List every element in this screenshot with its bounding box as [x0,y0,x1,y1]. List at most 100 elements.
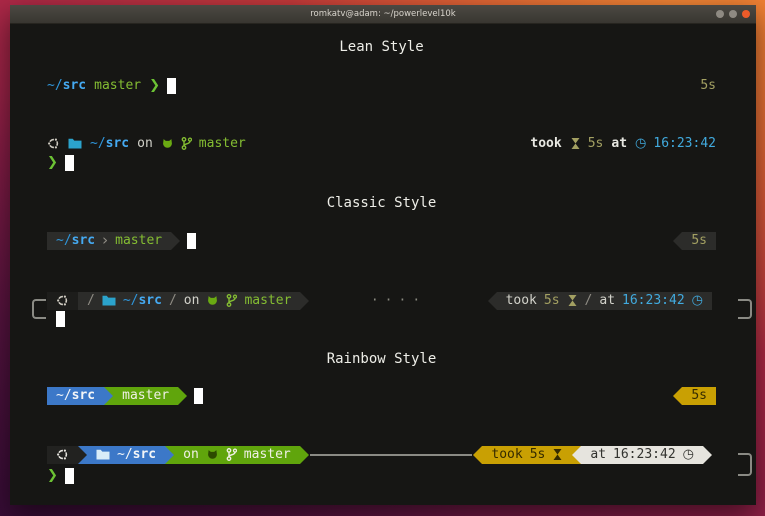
time-label: 16:23:42 [613,445,676,464]
rainbow-prompt-2-line-2: ❯ [10,466,756,485]
terminal-window: romkatv@adam: ~/powerlevel10k Lean Style… [10,5,756,505]
folder-icon [102,295,116,306]
text-cursor [65,468,74,484]
git-branch-name: master [94,76,141,95]
git-branch-name: master [244,445,291,464]
hourglass-icon [567,294,578,307]
dir-name: src [138,293,161,308]
duration-label: 5s [691,386,707,405]
prompt-chevron-icon: ❯ [47,153,58,172]
github-octocat-icon [206,449,219,461]
git-branch-icon [226,294,237,307]
git-branch-name: master [244,291,291,310]
window-controls [716,10,750,18]
at-label: at [611,134,627,153]
text-cursor [167,78,176,94]
clock-icon: ◷ [635,134,646,153]
section-title: Classic Style [327,194,437,213]
ubuntu-logo-icon [47,137,60,150]
ubuntu-logo-icon [56,294,69,307]
slash-separator: / [87,291,95,310]
at-label: at [599,291,615,310]
section-title: Lean Style [339,38,423,57]
duration-label: 5s [691,231,707,250]
classic-prompt-2-line-2 [10,309,756,328]
slash-separator: / [169,291,177,310]
gap-filler-dots: ···· [309,291,487,310]
prompt-frame-right [738,453,752,476]
window-title: romkatv@adam: ~/powerlevel10k [310,9,456,19]
terminal-content[interactable]: Lean Style ~/src master ❯ 5s [10,24,756,505]
powerline-arrow-icon [673,232,682,250]
powerline-arrow-icon [165,446,174,464]
dir-prefix: ~/ [90,136,106,151]
dir-prefix: ~/ [117,447,133,462]
powerline-arrow-icon [673,387,682,405]
desktop-wallpaper: romkatv@adam: ~/powerlevel10k Lean Style… [0,0,765,516]
powerline-arrow-icon [703,446,712,464]
powerline-arrow-icon [78,446,87,464]
rainbow-prompt-1: ~/src master 5s [10,386,756,405]
dir-name: src [72,388,95,403]
dir-prefix: ~/ [56,388,72,403]
dir-name: src [106,136,129,151]
lean-prompt-2-line-1: ~/src on master took 5s at [10,134,756,153]
github-octocat-icon [206,295,219,307]
maximize-button[interactable] [729,10,737,18]
took-label: took [506,291,537,310]
text-cursor [187,233,196,249]
powerline-arrow-icon [171,232,180,250]
section-title-lean: Lean Style [10,38,756,57]
git-branch-icon [226,448,237,461]
dir-name: src [63,76,86,95]
text-cursor [65,155,74,171]
gap-filler-line [310,454,473,456]
minimize-button[interactable] [716,10,724,18]
duration-label: 5s [530,445,546,464]
lean-prompt-2-line-2: ❯ [10,153,756,172]
on-label: on [137,134,153,153]
dir-prefix: ~/ [123,293,139,308]
thin-separator-icon: › [102,231,108,250]
github-octocat-icon [161,138,174,150]
classic-prompt-2-line-1: / ~/src / on master ···· [10,291,756,310]
on-label: on [183,445,199,464]
prompt-chevron-icon: ❯ [149,76,160,95]
folder-icon [68,138,82,149]
powerline-arrow-icon [572,446,581,464]
close-button[interactable] [742,10,750,18]
classic-prompt-1: ~/src › master 5s [10,231,756,250]
powerline-arrow-icon [473,446,482,464]
clock-icon: ◷ [683,445,694,464]
dir-name: src [72,233,95,248]
dir-prefix: ~/ [47,76,63,95]
powerline-arrow-icon [300,292,309,310]
folder-icon [96,449,110,460]
powerline-arrow-icon [178,387,187,405]
prompt-frame-left [32,299,46,319]
took-label: took [530,134,561,153]
git-branch-icon [181,137,192,150]
git-branch-name: master [199,134,246,153]
at-label: at [590,445,606,464]
duration-label: 5s [588,134,604,153]
section-title-rainbow: Rainbow Style [10,350,756,369]
rainbow-prompt-2-line-1: ~/src on master took [10,445,756,464]
section-title: Rainbow Style [327,350,437,369]
dir-name: src [133,447,156,462]
duration-label: 5s [544,291,560,310]
time-label: 16:23:42 [653,134,716,153]
section-title-classic: Classic Style [10,194,756,213]
lean-prompt-1: ~/src master ❯ 5s [10,76,756,95]
powerline-arrow-icon [488,292,497,310]
duration-label: 5s [700,76,716,95]
prompt-chevron-icon: ❯ [47,466,58,485]
window-titlebar[interactable]: romkatv@adam: ~/powerlevel10k [10,5,756,24]
prompt-frame-right [738,299,752,319]
git-branch-name: master [115,231,162,250]
hourglass-icon [570,137,581,150]
took-label: took [491,445,522,464]
clock-icon: ◷ [692,291,703,310]
text-cursor [56,311,65,327]
on-label: on [184,291,200,310]
